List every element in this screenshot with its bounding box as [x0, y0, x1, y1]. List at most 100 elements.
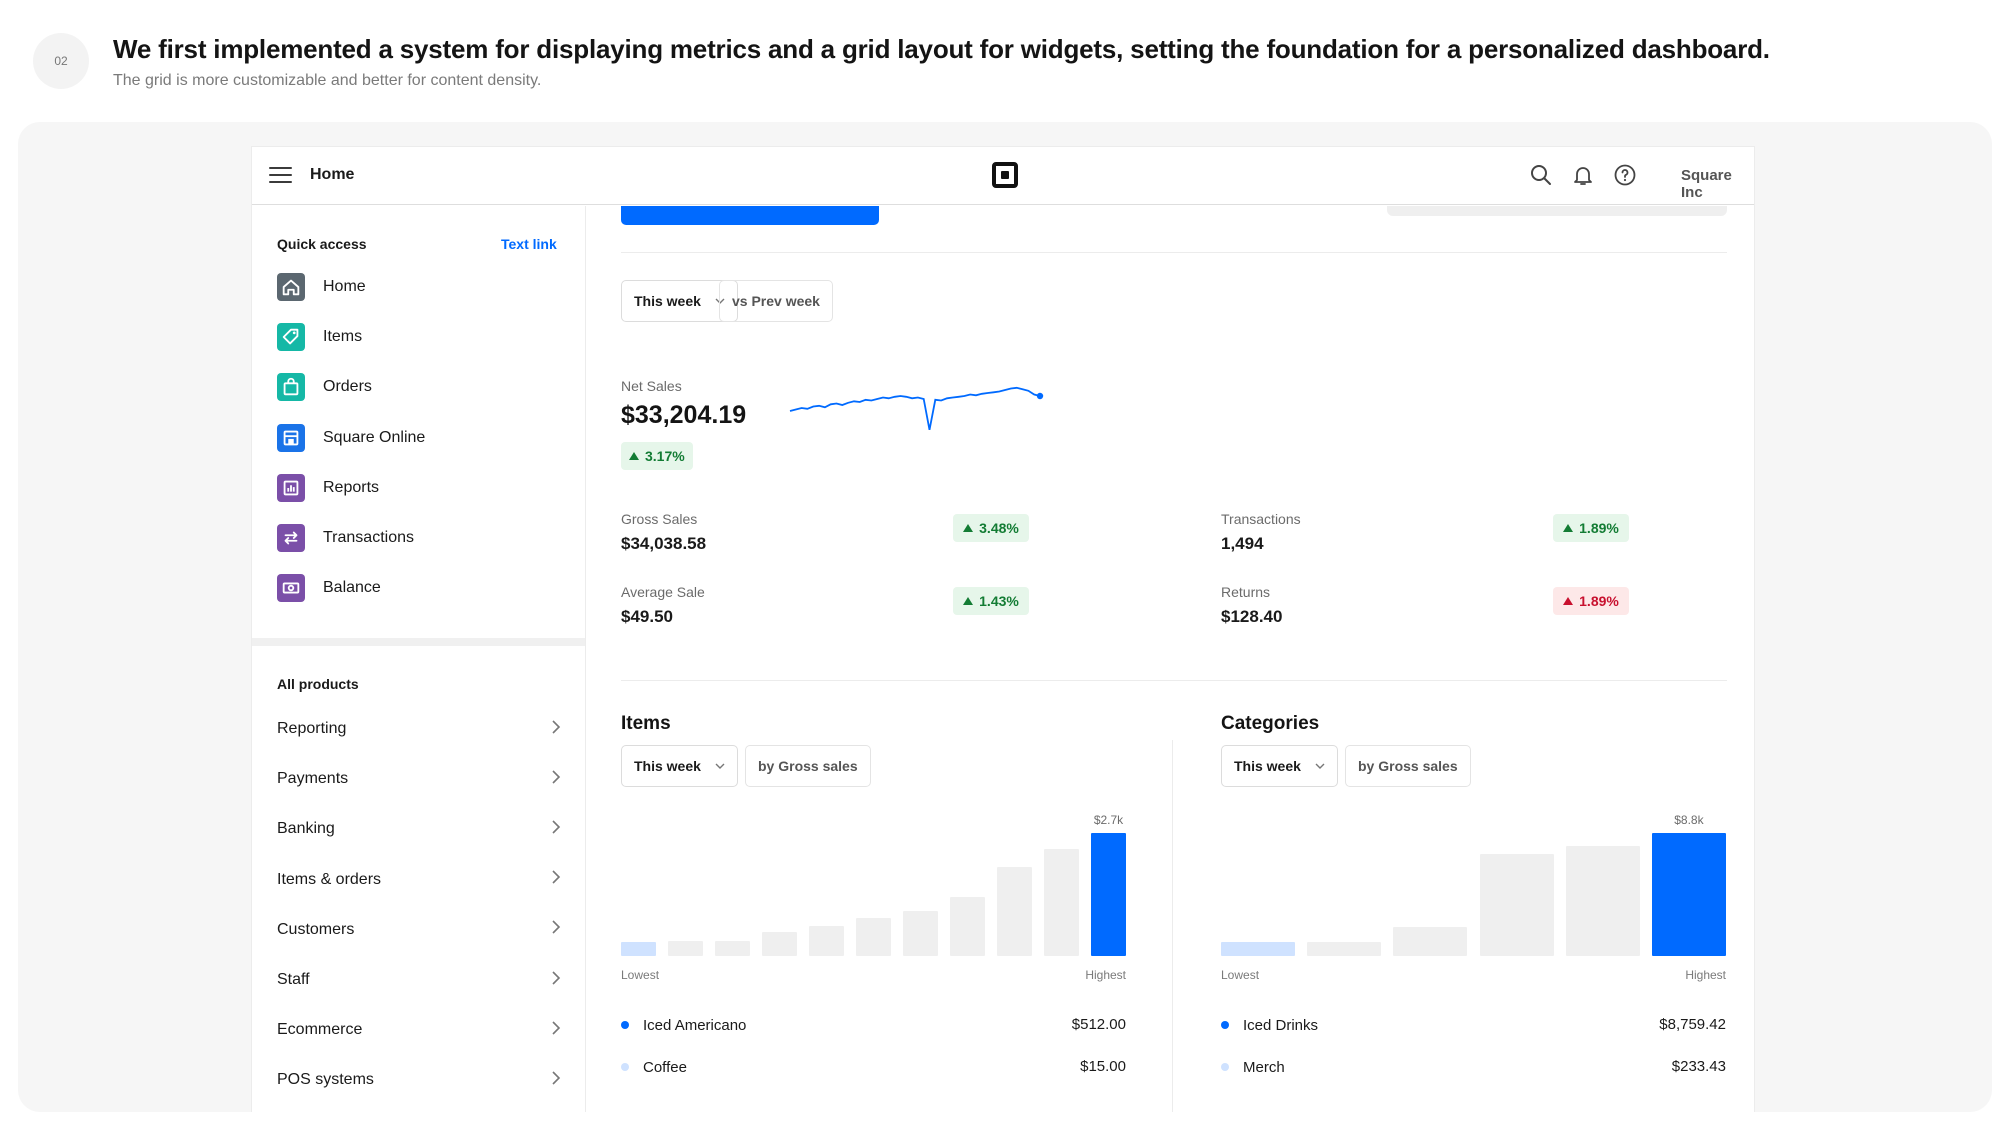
- chart-bar[interactable]: [1393, 926, 1468, 956]
- all-products-title: All products: [277, 676, 359, 692]
- categories_panel-period-select[interactable]: This week: [1221, 745, 1338, 787]
- chart-bar[interactable]: [1651, 833, 1726, 956]
- chevron-right-icon: [551, 870, 561, 889]
- chart-bar[interactable]: [809, 925, 844, 956]
- chart-bar[interactable]: [1565, 845, 1640, 956]
- top-bar: Home Square Inc: [252, 147, 1754, 205]
- chart-bar[interactable]: [903, 911, 938, 956]
- compare-select[interactable]: vs Prev week: [719, 280, 833, 322]
- chevron-right-icon: [551, 719, 561, 739]
- product-item-customers[interactable]: Customers: [277, 915, 561, 945]
- bell-icon[interactable]: [1570, 162, 1596, 188]
- product-item-ecommerce[interactable]: Ecommerce: [277, 1015, 561, 1045]
- quick-access-label: Square Online: [323, 428, 426, 446]
- sparkline-endpoint: [1036, 392, 1044, 400]
- legend-dot-icon: [1221, 1021, 1229, 1029]
- items_panel-sort-select[interactable]: by Gross sales: [745, 745, 871, 787]
- quick-access-item-balance[interactable]: Balance: [277, 573, 381, 603]
- page-title: Home: [310, 166, 355, 183]
- change-value: 1.89%: [1579, 593, 1619, 609]
- chevron-right-icon: [551, 1071, 561, 1090]
- chevron-right-icon: [551, 1021, 561, 1040]
- legend-name: Merch: [1243, 1058, 1285, 1076]
- chart-bar[interactable]: [856, 918, 891, 956]
- returns-label: Returns: [1221, 584, 1271, 600]
- legend-value: $15.00: [1080, 1058, 1126, 1075]
- chevron-right-icon: [551, 820, 561, 839]
- chart-bar[interactable]: [1044, 848, 1079, 956]
- screenshot-stage: Home Square Inc Quick access Text link H…: [18, 122, 1992, 1112]
- highest-label: Highest: [1685, 968, 1726, 982]
- quick-access-item-items[interactable]: Items: [277, 322, 362, 352]
- product-item-staff[interactable]: Staff: [277, 965, 561, 995]
- legend-item[interactable]: Iced Drinks: [1221, 1014, 1318, 1036]
- swap-arrows-icon: [277, 524, 305, 552]
- categories_panel-sort-select[interactable]: by Gross sales: [1345, 745, 1471, 787]
- period-select-value: This week: [1234, 758, 1301, 774]
- transactions-change-badge: 1.89%: [1553, 514, 1629, 542]
- trend-up-icon: [629, 452, 639, 460]
- product-item-reporting[interactable]: Reporting: [277, 714, 561, 744]
- quick-access-link[interactable]: Text link: [501, 236, 557, 252]
- chevron-right-icon: [551, 770, 561, 789]
- chart-bar[interactable]: [950, 896, 985, 956]
- net-sales-sparkline: [789, 386, 1044, 430]
- quick-access-label: Reports: [323, 478, 380, 496]
- legend-item[interactable]: Coffee: [621, 1056, 687, 1078]
- dashboard-app: Home Square Inc Quick access Text link H…: [252, 147, 1754, 1112]
- quick-access-item-home[interactable]: Home: [277, 272, 366, 302]
- help-icon[interactable]: [1612, 162, 1638, 188]
- sidebar-divider: [252, 638, 585, 646]
- chart-bar[interactable]: [1221, 942, 1296, 956]
- transactions-label: Transactions: [1221, 511, 1301, 527]
- legend-name: Iced Drinks: [1243, 1016, 1319, 1034]
- legend-dot-icon: [1221, 1063, 1229, 1071]
- legend-value: $512.00: [1071, 1016, 1126, 1033]
- quick-access-item-orders[interactable]: Orders: [277, 372, 372, 402]
- quick-access-label: Balance: [323, 579, 381, 597]
- chart-bar[interactable]: [762, 932, 797, 956]
- slide-headline: We first implemented a system for displa…: [113, 34, 1770, 64]
- returns-value: $128.40: [1221, 607, 1283, 626]
- chart-bar[interactable]: [997, 867, 1032, 956]
- chart-bar[interactable]: [1091, 833, 1126, 956]
- sidebar: Quick access Text link Home Items Orders Sq…: [252, 206, 586, 1112]
- trend-icon: [1563, 597, 1574, 605]
- chart-bar[interactable]: [1479, 853, 1554, 956]
- legend-item[interactable]: Iced Americano: [621, 1014, 746, 1036]
- period-select-value: This week: [634, 758, 701, 774]
- quick-access-item-reports[interactable]: Reports: [277, 473, 379, 503]
- step-number: 02: [54, 54, 68, 68]
- chevron-down-icon: [1315, 763, 1325, 769]
- product-item-payments[interactable]: Payments: [277, 764, 561, 794]
- max-value-label: $2.7k: [1093, 813, 1124, 827]
- menu-icon[interactable]: [269, 167, 292, 185]
- chart-bar[interactable]: [715, 940, 750, 956]
- product-label: Ecommerce: [277, 1021, 363, 1039]
- trend-icon: [963, 524, 974, 532]
- chart-bar[interactable]: [1307, 942, 1382, 956]
- net-sales-label: Net Sales: [621, 378, 682, 394]
- quick-access-item-transactions[interactable]: Transactions: [277, 523, 414, 553]
- chart-bar[interactable]: [621, 942, 656, 956]
- legend-item[interactable]: Merch: [1221, 1056, 1285, 1078]
- main-content: This week vs Prev week Net Sales $33,204…: [587, 206, 1754, 1112]
- primary-action-button[interactable]: [621, 206, 879, 225]
- product-item-items-orders[interactable]: Items & orders: [277, 865, 561, 895]
- items_panel-period-select[interactable]: This week: [621, 745, 738, 787]
- chart-bar[interactable]: [668, 941, 703, 956]
- product-item-banking[interactable]: Banking: [277, 814, 561, 844]
- product-label: POS systems: [277, 1071, 374, 1089]
- gross-sales-label: Gross Sales: [621, 511, 698, 527]
- account-name[interactable]: Square Inc: [1681, 167, 1754, 201]
- storefront-icon: [277, 423, 305, 452]
- lowest-label: Lowest: [1221, 968, 1260, 982]
- legend-dot-icon: [621, 1063, 629, 1071]
- product-label: Reporting: [277, 720, 347, 737]
- search-icon[interactable]: [1528, 162, 1554, 188]
- product-item-pos-systems[interactable]: POS systems: [277, 1065, 561, 1095]
- legend-name: Coffee: [643, 1058, 687, 1076]
- square-logo-icon[interactable]: [992, 162, 1018, 188]
- quick-access-item-square-online[interactable]: Square Online: [277, 423, 425, 453]
- legend-dot-icon: [621, 1021, 629, 1029]
